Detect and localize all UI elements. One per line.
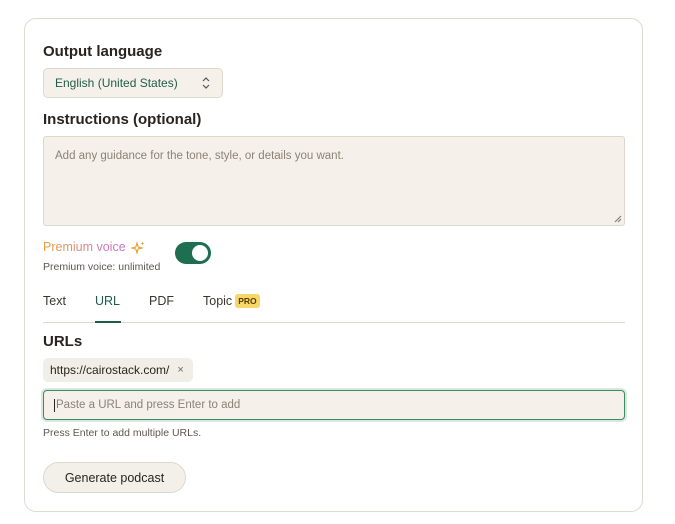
chevron-up-down-icon (202, 77, 210, 89)
premium-voice-label: Premium voice (43, 240, 126, 254)
url-input[interactable]: Paste a URL and press Enter to add (43, 390, 625, 420)
sparkle-icon (130, 241, 145, 255)
url-chip-label: https://cairostack.com/ (50, 363, 170, 377)
source-tabs: Text URL PDF Topic PRO (43, 293, 625, 323)
instructions-title: Instructions (optional) (43, 111, 202, 128)
instructions-placeholder: Add any guidance for the tone, style, or… (55, 150, 344, 162)
pro-badge: PRO (235, 294, 260, 308)
output-language-value: English (United States) (55, 76, 178, 90)
output-language-title: Output language (43, 43, 163, 60)
tab-url[interactable]: URL (95, 294, 121, 323)
tab-topic-label: Topic (203, 294, 233, 308)
toggle-knob (192, 245, 208, 261)
close-icon[interactable]: × (177, 364, 183, 376)
tab-text[interactable]: Text (43, 294, 66, 323)
tab-topic[interactable]: Topic PRO (203, 294, 260, 323)
resize-grip-icon[interactable] (614, 215, 622, 223)
text-caret (54, 398, 55, 412)
podcast-settings-card: Output language English (United States) … (24, 18, 643, 512)
tab-pdf[interactable]: PDF (149, 294, 174, 323)
url-chip: https://cairostack.com/ × (43, 358, 193, 382)
url-input-placeholder: Paste a URL and press Enter to add (56, 399, 241, 411)
premium-voice-toggle[interactable] (175, 242, 211, 264)
premium-voice-sublabel: Premium voice: unlimited (43, 261, 161, 273)
instructions-textarea[interactable]: Add any guidance for the tone, style, or… (43, 136, 625, 226)
output-language-select[interactable]: English (United States) (43, 68, 223, 98)
url-hint: Press Enter to add multiple URLs. (43, 427, 202, 439)
generate-podcast-button[interactable]: Generate podcast (43, 462, 186, 493)
urls-title: URLs (43, 333, 83, 350)
